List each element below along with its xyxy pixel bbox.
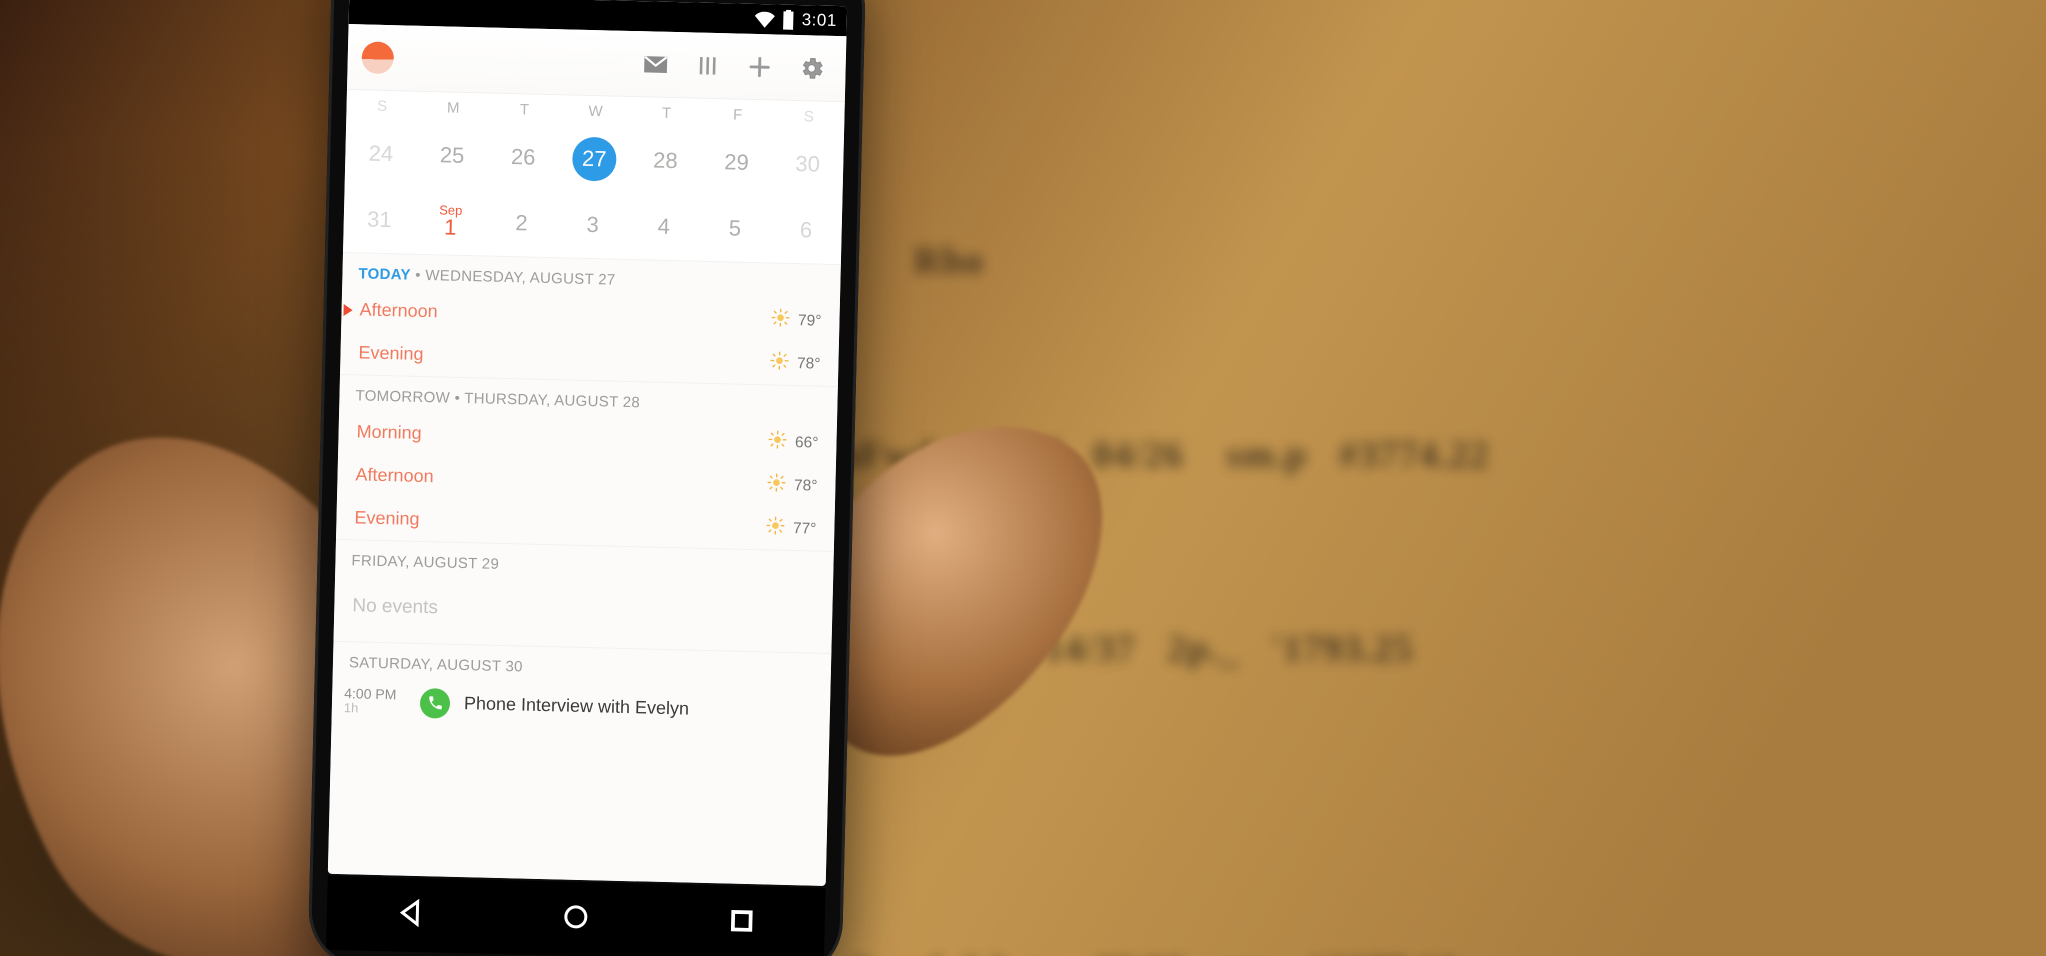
- timeslot-label: Evening: [358, 342, 424, 365]
- app-header: [347, 24, 846, 102]
- section-date-label: TOMORROW • THURSDAY, AUGUST 28: [355, 387, 640, 411]
- day-number: 6: [800, 217, 813, 242]
- weekday-label: T: [489, 100, 561, 119]
- wifi-icon: [754, 9, 774, 29]
- weather-block: 66°: [767, 429, 819, 455]
- timeslot-label: Evening: [354, 507, 420, 530]
- calendar-day-cell[interactable]: 24: [345, 140, 417, 168]
- weekday-label: S: [773, 107, 845, 126]
- day-number: 30: [795, 151, 820, 177]
- weather-block: 78°: [769, 350, 821, 376]
- calendar-week-row: 31 Sep1 2 3 4 5 6: [343, 186, 842, 264]
- clock-time: 3:01: [801, 10, 837, 31]
- day-number: 28: [653, 148, 678, 174]
- day-number: 25: [440, 142, 465, 168]
- sun-icon: [766, 472, 787, 497]
- day-number: 1: [444, 214, 457, 239]
- phone-frame: 3:01 SMTWTFS 2425262728293031Se: [308, 0, 867, 956]
- sunrise-logo-icon[interactable]: [361, 41, 394, 74]
- weather-block: 79°: [770, 307, 822, 333]
- day-number: 2: [515, 210, 528, 235]
- weather-block: 78°: [766, 472, 818, 498]
- calendar-day-cell[interactable]: 2: [486, 209, 558, 237]
- day-number: 29: [724, 149, 749, 175]
- calendar-day-cell[interactable]: 4: [628, 213, 700, 241]
- weekday-label: T: [631, 103, 703, 122]
- weekday-label: F: [702, 105, 774, 124]
- day-number: 31: [367, 207, 392, 233]
- timeslot-label: Morning: [356, 421, 422, 444]
- temperature-value: 77°: [793, 520, 817, 539]
- agenda-list[interactable]: TODAY • WEDNESDAY, AUGUST 27Afternoon79°…: [328, 252, 841, 886]
- today-tag: TODAY: [358, 265, 411, 283]
- calendar-week-row: 24 25 26 27 28 29 30: [345, 120, 844, 198]
- sun-icon: [767, 429, 788, 454]
- add-icon[interactable]: [733, 40, 786, 93]
- section-date-label: SATURDAY, AUGUST 30: [349, 654, 523, 675]
- sun-icon: [769, 350, 790, 375]
- day-number: 26: [511, 144, 536, 170]
- temperature-value: 79°: [798, 312, 822, 331]
- day-number: 3: [586, 212, 599, 237]
- day-number: 5: [729, 215, 742, 240]
- calendar-day-cell[interactable]: 6: [770, 216, 842, 244]
- temperature-value: 78°: [797, 355, 821, 374]
- sun-icon: [765, 515, 786, 540]
- day-number: 24: [368, 141, 393, 167]
- android-nav-bar: [326, 876, 826, 956]
- photo-scene: Rho aFwd LL pl 04/26 sm.p #3774.22 aaj b…: [0, 0, 2046, 956]
- phone-icon: [420, 688, 451, 719]
- weekday-label: S: [346, 97, 418, 116]
- calendar-day-cell[interactable]: 27: [558, 145, 630, 173]
- home-button-icon[interactable]: [560, 901, 591, 937]
- calendar-day-cell[interactable]: 31: [343, 206, 415, 234]
- no-events-label: No events: [334, 575, 833, 653]
- temperature-value: 78°: [794, 477, 818, 496]
- calendar-day-cell[interactable]: 25: [416, 142, 488, 170]
- sun-icon: [770, 307, 791, 332]
- event-title: Phone Interview with Evelyn: [464, 693, 690, 719]
- timeslot-label: Afternoon: [355, 464, 434, 487]
- calendar-day-cell[interactable]: 3: [557, 211, 629, 239]
- section-date-label: WEDNESDAY, AUGUST 27: [425, 267, 616, 289]
- calendar-day-cell[interactable]: 26: [487, 143, 559, 171]
- day-number: 27: [582, 146, 607, 172]
- battery-icon: [781, 10, 794, 30]
- settings-gear-icon[interactable]: [785, 41, 838, 94]
- weekday-label: W: [560, 102, 632, 121]
- list-view-icon[interactable]: [681, 39, 734, 92]
- mail-icon[interactable]: [629, 37, 682, 90]
- weekday-label: M: [418, 98, 490, 117]
- calendar-day-cell[interactable]: 29: [701, 149, 773, 177]
- calendar-day-cell[interactable]: 28: [630, 147, 702, 175]
- recent-apps-button-icon[interactable]: [726, 905, 757, 941]
- phone-screen: 3:01 SMTWTFS 2425262728293031Se: [328, 0, 847, 886]
- day-number: 4: [657, 214, 670, 239]
- timeslot-label: Afternoon: [359, 299, 438, 322]
- event-time: 4:00 PM1h: [344, 685, 407, 718]
- temperature-value: 66°: [795, 434, 819, 453]
- back-button-icon[interactable]: [394, 897, 425, 933]
- calendar-day-cell[interactable]: 30: [772, 150, 844, 178]
- calendar-day-cell[interactable]: Sep1: [414, 202, 486, 241]
- section-date-label: FRIDAY, AUGUST 29: [351, 552, 499, 573]
- weather-block: 77°: [765, 515, 817, 541]
- calendar-day-cell[interactable]: 5: [699, 215, 771, 243]
